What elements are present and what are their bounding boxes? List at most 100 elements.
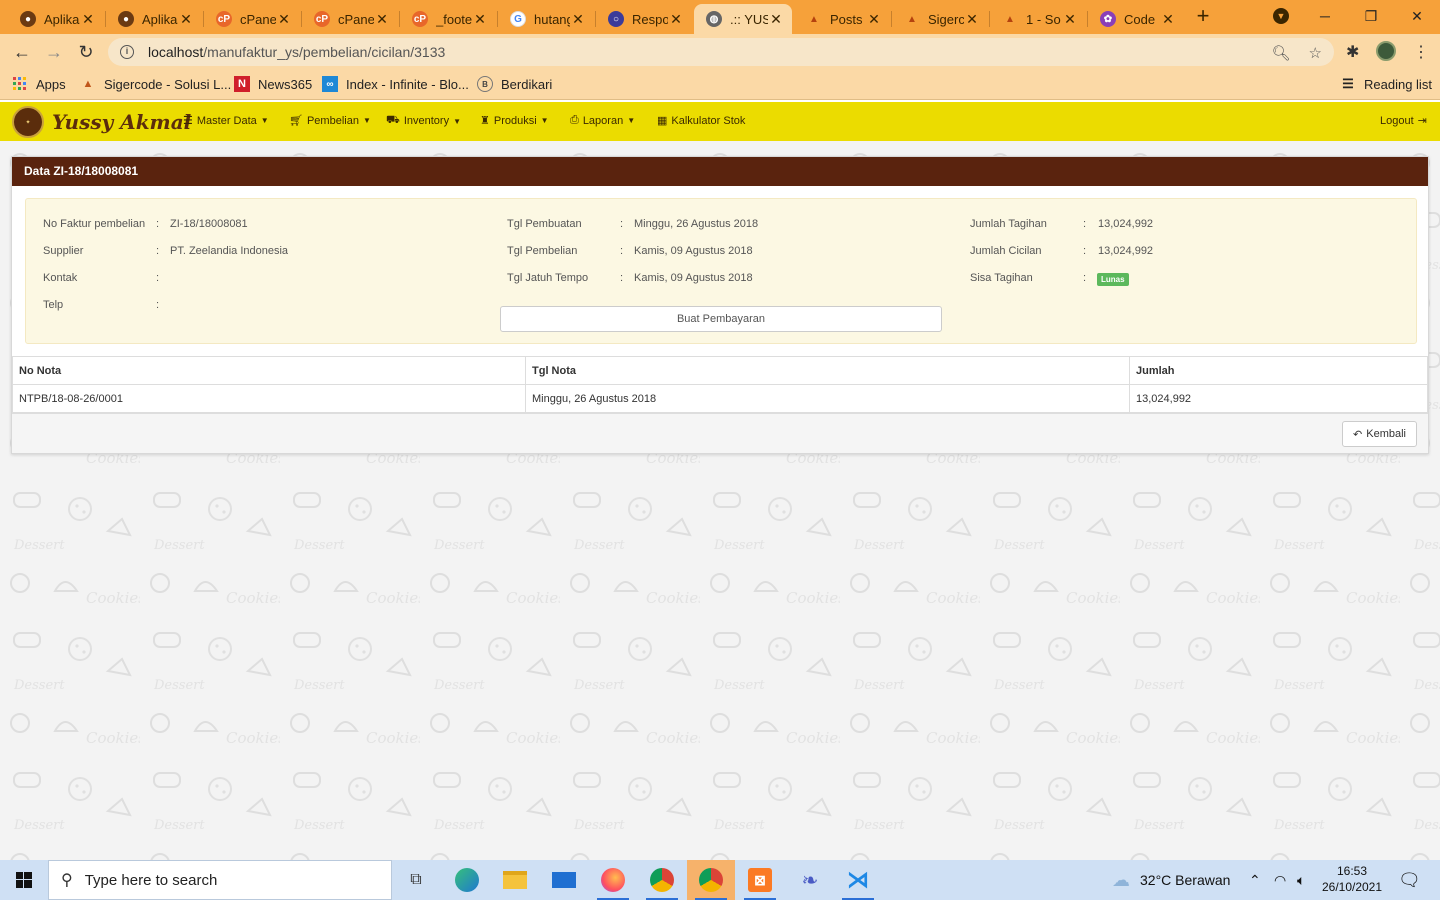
info-icon[interactable]: i (120, 45, 134, 59)
tab-search-button[interactable]: ▼ (1258, 0, 1304, 32)
show-hidden-icons[interactable]: ⌃ (1249, 860, 1261, 900)
column-header-no-nota: No Nota (12, 356, 526, 385)
close-window-button[interactable]: ✕ (1394, 0, 1440, 32)
notification-icon: 🗨︎ (1398, 869, 1421, 890)
buat-pembayaran-button[interactable]: Buat Pembayaran (500, 306, 942, 332)
close-icon[interactable]: ✕ (964, 11, 980, 28)
bookmark-news365[interactable]: N News365 (234, 76, 312, 92)
browser-tab[interactable]: ▲ 1 - So ✕ (990, 4, 1086, 34)
browser-tab[interactable]: ● Aplikas ✕ (106, 4, 202, 34)
reading-list-button[interactable]: ☰ Reading list (1340, 76, 1432, 92)
panel-footer: ↶ Kembali (12, 413, 1428, 453)
taskbar-xampp[interactable]: ⊠ (736, 860, 784, 900)
apps-grid-icon (12, 76, 28, 92)
start-button[interactable] (0, 860, 48, 900)
kembali-button[interactable]: ↶ Kembali (1342, 421, 1417, 447)
back-arrow-icon[interactable]: ← (10, 40, 34, 64)
windows-logo-icon (16, 872, 32, 888)
restore-button[interactable]: ❐ (1348, 0, 1394, 32)
close-icon[interactable]: ✕ (570, 11, 586, 28)
menu-kalkulator-stok[interactable]: ▦ Kalkulator Stok (657, 114, 745, 128)
volume-control[interactable]: 🔈︎ (1297, 860, 1305, 900)
minimize-button[interactable]: ─ (1302, 0, 1348, 32)
close-icon[interactable]: ✕ (866, 11, 882, 28)
undo-arrow-icon: ↶ (1353, 428, 1363, 441)
weather-widget[interactable]: ☁ 32°C Berawan (1112, 860, 1230, 900)
report-icon: ⎙ (570, 114, 579, 126)
close-icon[interactable]: ✕ (668, 11, 684, 28)
cake-icon: ● (20, 11, 36, 27)
field-tgl-pembuatan: Tgl Pembuatan : Minggu, 26 Agustus 2018 (507, 218, 759, 230)
taskbar-search-input[interactable]: ⚲ Type here to search (48, 860, 392, 900)
reading-list-icon: ☰ (1342, 76, 1354, 91)
menu-inventory[interactable]: ⛟ Inventory ▼ (386, 114, 461, 128)
panel-title: Data ZI-18/18008081 (12, 157, 1428, 186)
taskbar-firefox[interactable] (589, 860, 637, 900)
task-view-button[interactable]: ⧉ (392, 860, 440, 900)
taskbar-vscode[interactable]: ⋊ (834, 860, 882, 900)
browser-tab[interactable]: G hutang ✕ (498, 4, 594, 34)
zoom-icon[interactable]: 🔍︎ (1272, 44, 1291, 62)
chevron-up-icon: ⌃ (1249, 871, 1261, 888)
cpanel-icon: cP (216, 11, 232, 27)
browser-tab[interactable]: cP cPanel ✕ (302, 4, 398, 34)
address-bar[interactable]: i localhost/manufaktur_ys/pembelian/cici… (108, 38, 1334, 66)
close-icon[interactable]: ✕ (374, 11, 390, 28)
taskbar-chrome-active[interactable] (687, 860, 735, 900)
profile-avatar[interactable] (1376, 41, 1396, 61)
cpanel-icon: cP (412, 11, 428, 27)
browser-tab[interactable]: ○ Respo ✕ (596, 4, 692, 34)
bookmark-sigercode[interactable]: ▲ Sigercode - Solusi L... (80, 76, 232, 92)
reload-icon[interactable]: ↻ (74, 40, 98, 64)
taskbar-db-tool[interactable]: ❧ (786, 860, 834, 900)
logout-link[interactable]: Logout ⇥ (1380, 114, 1427, 128)
field-sisa-tagihan: Sisa Tagihan : (970, 272, 1087, 284)
close-icon[interactable]: ✕ (472, 11, 488, 28)
extensions-puzzle-icon[interactable]: ✱ (1346, 42, 1359, 62)
menu-laporan[interactable]: ⎙ Laporan ▼ (570, 114, 635, 127)
news365-icon: N (234, 76, 250, 92)
browser-tab[interactable]: ▲ Posts ✕ (794, 4, 890, 34)
forward-arrow-icon[interactable]: → (42, 40, 66, 64)
logout-icon: ⇥ (1417, 115, 1427, 127)
menu-pembelian[interactable]: 🛒︎ Pembelian ▼ (289, 114, 371, 128)
bookmark-infinite[interactable]: ∞ Index - Infinite - Blo... (322, 76, 469, 92)
url-text[interactable]: localhost/manufaktur_ys/pembelian/cicila… (148, 44, 445, 60)
cake-icon: ● (118, 11, 134, 27)
browser-tab[interactable]: ● Aplikas ✕ (8, 4, 104, 34)
taskbar-mail[interactable] (540, 860, 588, 900)
status-badge: Lunas (1097, 273, 1129, 286)
browser-tab[interactable]: ▲ Sigerc ✕ (892, 4, 988, 34)
close-icon[interactable]: ✕ (1160, 11, 1176, 28)
star-icon[interactable]: ☆ (1309, 44, 1322, 62)
xampp-icon: ⊠ (748, 868, 772, 892)
close-icon[interactable]: ✕ (276, 11, 292, 28)
browser-tab[interactable]: cP _foote ✕ (400, 4, 496, 34)
close-icon[interactable]: ✕ (768, 11, 784, 28)
close-icon[interactable]: ✕ (1062, 11, 1078, 28)
menu-produksi[interactable]: ♜ Produksi ▼ (480, 114, 549, 128)
taskbar-file-explorer[interactable] (491, 860, 539, 900)
field-jumlah-tagihan: Jumlah Tagihan : 13,024,992 (970, 218, 1154, 230)
browser-tab[interactable]: cP cPanel ✕ (204, 4, 300, 34)
taskbar-edge[interactable] (443, 860, 491, 900)
browser-tab[interactable]: ✿ Code ✕ (1088, 4, 1184, 34)
browser-tab-active[interactable]: ◍ .:: YUS ✕ (694, 4, 792, 34)
taskbar-clock[interactable]: 16:53 26/10/2021 (1316, 863, 1388, 895)
taskbar-chrome[interactable] (638, 860, 686, 900)
notification-center[interactable]: 🗨︎ (1398, 860, 1421, 900)
new-tab-button[interactable]: + (1190, 4, 1216, 30)
bookmark-apps[interactable]: Apps (12, 76, 66, 92)
menu-master-data[interactable]: ☰ Master Data ▼ (183, 114, 269, 128)
bookmark-berdikari[interactable]: B Berdikari (477, 76, 552, 92)
payment-table: No Nota Tgl Nota Jumlah NTPB/18-08-26/00… (12, 356, 1428, 413)
globe-icon: ◍ (706, 11, 722, 27)
close-icon[interactable]: ✕ (80, 11, 96, 28)
close-icon[interactable]: ✕ (178, 11, 194, 28)
more-menu-icon[interactable]: ⋮ (1413, 42, 1429, 62)
brand[interactable]: ✦ Yussy Akmal (12, 106, 191, 138)
sigercode-icon: ▲ (904, 11, 920, 27)
browser-tab-strip: ● Aplikas ✕ ● Aplikas ✕ cP cPanel ✕ cP c… (0, 0, 1440, 34)
table-row: NTPB/18-08-26/0001 Minggu, 26 Agustus 20… (12, 384, 1428, 413)
network-status[interactable]: ◠ (1274, 860, 1286, 900)
